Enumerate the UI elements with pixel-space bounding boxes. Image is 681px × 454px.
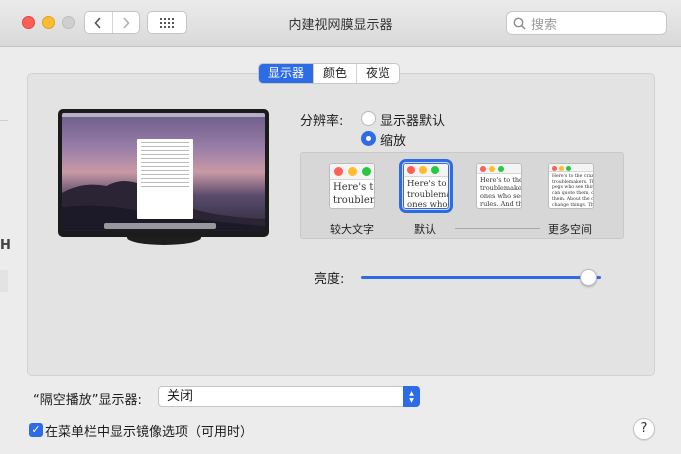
scale-preview-text: Here's to ttroublemaones who (404, 177, 448, 209)
mirror-options-label[interactable]: 在菜单栏中显示镜像选项（可用时） (45, 421, 253, 440)
preview-line: troublema (407, 189, 448, 200)
tab-display[interactable]: 显示器 (259, 64, 314, 83)
preview-line: troublemakers. (480, 184, 521, 193)
title-bar: 内建视网膜显示器 搜索 (0, 0, 681, 47)
scale-label-more-space: 更多空间 (548, 223, 592, 236)
scale-range-line (455, 228, 540, 229)
brightness-slider-track[interactable] (361, 276, 601, 279)
thumb-titlebar (330, 164, 374, 180)
scale-option-more-space[interactable]: Here's to the crazy onestroublemakers. T… (548, 163, 594, 209)
preview-line: Here's to the cr (480, 176, 521, 184)
scale-preview-text: Here's to the crazy onestroublemakers. T… (549, 172, 593, 208)
search-field[interactable]: 搜索 (506, 11, 667, 35)
airplay-selected-value: 关闭 (167, 389, 194, 404)
display-preferences-window: 内建视网膜显示器 搜索 H 显示器 颜色 夜览 分辨率: 显示器默认 缩放 He… (0, 0, 681, 454)
scale-preview-text: Here's to the crtroublemakers.ones who s… (477, 174, 521, 209)
help-button[interactable]: ? (633, 418, 655, 440)
brightness-slider-knob[interactable] (580, 269, 597, 286)
airplay-display-popup[interactable]: 关闭 ▲ ▼ (158, 386, 420, 407)
search-placeholder: 搜索 (531, 17, 558, 33)
preview-line: troublem (333, 194, 374, 206)
preview-line: rules. And they (480, 200, 521, 209)
scale-label-default: 默认 (414, 223, 436, 236)
resolution-label: 分辨率: (300, 114, 344, 129)
menu-bar-preview (62, 113, 265, 117)
scale-label-larger-text: 较大文字 (330, 223, 374, 236)
mirror-options-checkbox[interactable]: ✓ (29, 423, 43, 437)
preview-line: Here's to (333, 182, 374, 193)
preview-line: them. About the only thing (552, 196, 593, 202)
preview-line: Here's to the crazy ones (552, 174, 593, 179)
airplay-display-label: “隔空播放”显示器: (33, 393, 142, 408)
popup-arrows-icon: ▲ ▼ (403, 386, 420, 407)
preview-line: change things. They push (552, 202, 593, 208)
scale-option-3[interactable]: Here's to the crtroublemakers.ones who s… (476, 163, 522, 209)
scale-option-larger-text[interactable]: Here's totroublem (329, 163, 375, 209)
tab-color[interactable]: 颜色 (313, 64, 356, 83)
radio-display-default[interactable] (361, 111, 376, 126)
preview-line: ones who see th (480, 192, 521, 201)
brightness-label: 亮度: (314, 272, 345, 287)
tab-night-shift[interactable]: 夜览 (356, 64, 399, 83)
radio-scaled[interactable] (361, 131, 376, 146)
scale-preview-text: Here's totroublem (330, 180, 374, 208)
preview-line: ones who (407, 200, 448, 209)
document-window-preview (137, 139, 193, 219)
thumb-titlebar (477, 164, 521, 174)
desktop-wallpaper (62, 113, 265, 231)
scale-option-default[interactable]: Here's to ttroublemaones who (399, 159, 453, 213)
dock-preview (104, 223, 216, 229)
radio-display-default-label[interactable]: 显示器默认 (380, 110, 445, 129)
preview-line: Here's to t (407, 179, 448, 189)
thumb-titlebar (549, 164, 593, 172)
background-divider (0, 120, 8, 121)
radio-scaled-label[interactable]: 缩放 (380, 130, 406, 149)
search-icon (513, 17, 526, 30)
background-window-glyph: H (0, 238, 11, 253)
background-window-strip (0, 270, 8, 292)
preference-tabs: 显示器 颜色 夜览 (258, 63, 401, 84)
thumb-titlebar (404, 164, 448, 177)
display-illustration (58, 109, 269, 237)
